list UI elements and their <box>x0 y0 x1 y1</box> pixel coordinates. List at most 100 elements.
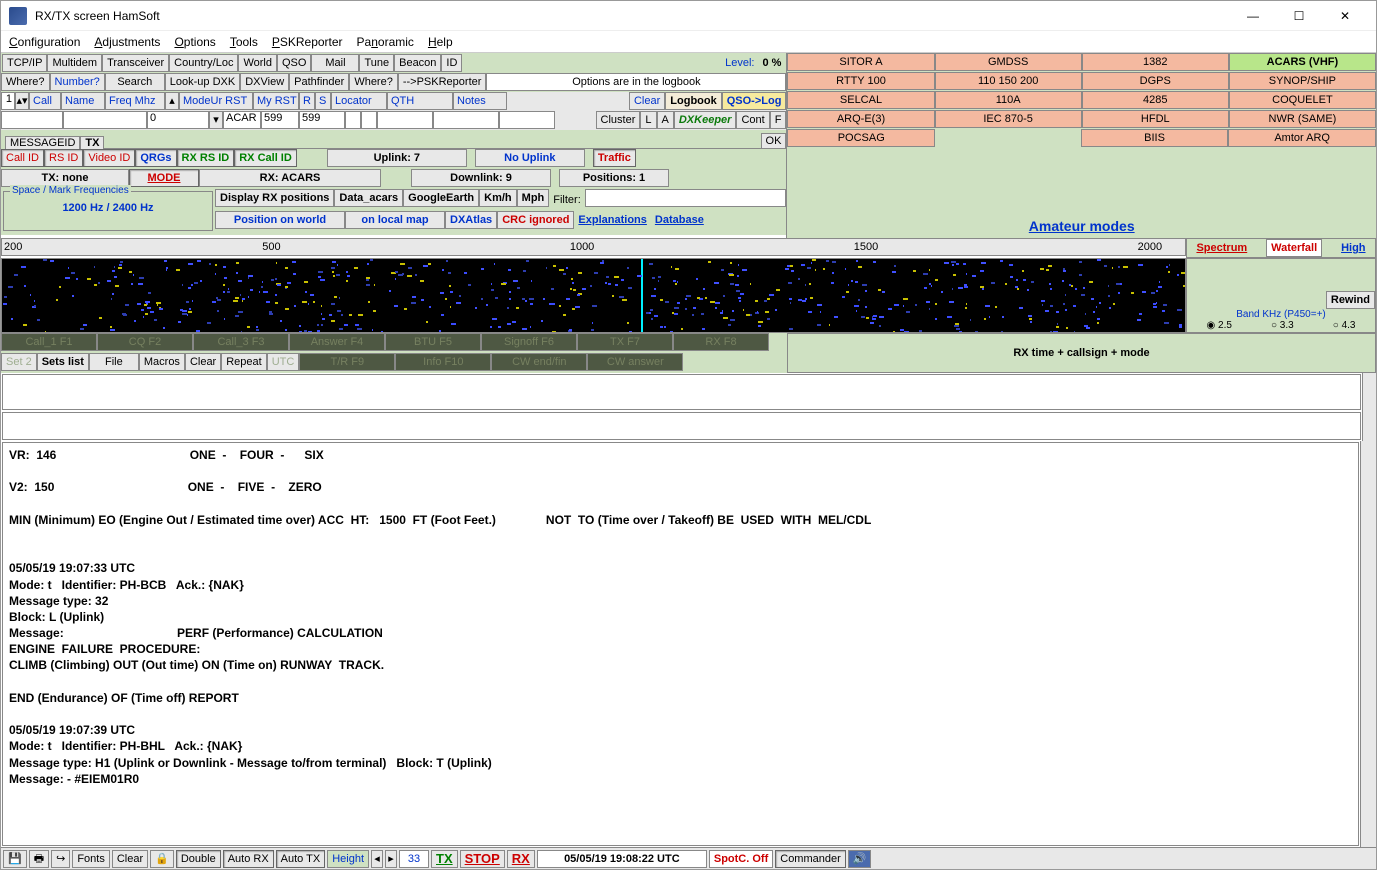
tx-text-box-2[interactable] <box>2 412 1361 440</box>
mode-arq-e3[interactable]: ARQ-E(3) <box>787 110 934 128</box>
multidem-button[interactable]: Multidem <box>47 54 102 72</box>
copy-icon[interactable]: ↪ <box>51 850 70 868</box>
rx-text-area[interactable]: VR: 146 ONE - FOUR - SIX V2: 150 ONE - F… <box>2 442 1359 846</box>
cell-urrst[interactable]: 599 <box>261 111 299 129</box>
commander-button[interactable]: Commander <box>775 850 846 868</box>
band-4-3[interactable]: ○ 4.3 <box>1333 320 1356 331</box>
print-icon[interactable]: 🖶 <box>29 850 49 868</box>
mode-4285[interactable]: 4285 <box>1082 91 1229 109</box>
cluster-l[interactable]: L <box>640 111 656 129</box>
menu-tools[interactable]: Tools <box>230 35 258 49</box>
status-rx-button[interactable]: RX <box>507 850 535 868</box>
nouplink-button[interactable]: No Uplink <box>475 149 585 167</box>
to-pskreporter-button[interactable]: -->PSKReporter <box>398 73 487 91</box>
dxatlas-button[interactable]: DXAtlas <box>445 211 497 229</box>
mode-sitor-a[interactable]: SITOR A <box>787 53 934 71</box>
cell-qth[interactable] <box>433 111 499 129</box>
height-down[interactable]: ◂ <box>371 850 383 868</box>
crc-ignored[interactable]: CRC ignored <box>497 211 574 229</box>
macro-tx[interactable]: TX F7 <box>577 333 673 351</box>
qrgs-button[interactable]: QRGs <box>135 149 176 167</box>
filter-input[interactable] <box>585 189 787 207</box>
cell-mode[interactable]: ACAR <box>223 111 261 129</box>
cont-button[interactable]: Cont <box>736 111 769 129</box>
mail-button[interactable]: Mail <box>311 54 359 72</box>
tune-button[interactable]: Tune <box>359 54 394 72</box>
mode-pocsag[interactable]: POCSAG <box>787 129 935 147</box>
scroll-1[interactable] <box>1362 373 1376 411</box>
hdr-mode-urrst[interactable]: ModeUr RST <box>179 92 253 110</box>
menu-help[interactable]: Help <box>428 35 453 49</box>
close-button[interactable]: ✕ <box>1322 1 1368 31</box>
macro-signoff[interactable]: Signoff F6 <box>481 333 577 351</box>
hdr-freq[interactable]: Freq Mhz <box>105 92 165 110</box>
macro-call1[interactable]: Call_1 F1 <box>1 333 97 351</box>
macro-btu[interactable]: BTU F5 <box>385 333 481 351</box>
mode-biis[interactable]: BIIS <box>1081 129 1229 147</box>
status-clear-button[interactable]: Clear <box>112 850 148 868</box>
display-rx-positions[interactable]: Display RX positions <box>215 189 334 207</box>
band-2-5[interactable]: ◉ 2.5 <box>1207 320 1232 331</box>
status-tx-button[interactable]: TX <box>431 850 458 868</box>
sets-list-button[interactable]: Sets list <box>37 353 89 371</box>
macro-rx[interactable]: RX F8 <box>673 333 769 351</box>
freq-scale[interactable]: 200 500 1000 1500 2000 <box>1 238 1186 256</box>
mode-coquelet[interactable]: COQUELET <box>1229 91 1376 109</box>
qso-to-log-button[interactable]: QSO->Log <box>722 92 787 110</box>
cell-locator[interactable] <box>377 111 433 129</box>
hdr-name[interactable]: Name <box>61 92 105 110</box>
mode-button[interactable]: MODE <box>129 169 199 187</box>
utc-button[interactable]: UTC <box>267 353 300 371</box>
autorx-button[interactable]: Auto RX <box>223 850 274 868</box>
menu-options[interactable]: Options <box>174 35 215 49</box>
autotx-button[interactable]: Auto TX <box>276 850 326 868</box>
data-acars[interactable]: Data_acars <box>334 189 403 207</box>
where-button-2[interactable]: Where? <box>349 73 398 91</box>
mode-gmdss[interactable]: GMDSS <box>935 53 1082 71</box>
high-tab[interactable]: High <box>1341 242 1365 254</box>
mode-acars-vhf[interactable]: ACARS (VHF) <box>1229 53 1376 71</box>
countryloc-button[interactable]: Country/Loc <box>169 54 238 72</box>
macro-info[interactable]: Info F10 <box>395 353 491 371</box>
mode-nwr-same[interactable]: NWR (SAME) <box>1229 110 1376 128</box>
beacon-button[interactable]: Beacon <box>394 54 441 72</box>
explanations-link[interactable]: Explanations <box>574 211 650 229</box>
kmh-button[interactable]: Km/h <box>479 189 517 207</box>
callid-button[interactable]: Call ID <box>1 149 44 167</box>
googleearth-button[interactable]: GoogleEarth <box>403 189 479 207</box>
hdr-myrst[interactable]: My RST <box>253 92 299 110</box>
database-link[interactable]: Database <box>651 211 708 229</box>
lock-icon[interactable]: 🔒 <box>150 850 174 868</box>
freq-sort[interactable]: ▴ <box>165 92 179 110</box>
cell-notes[interactable] <box>499 111 555 129</box>
scroll-2[interactable] <box>1362 411 1376 441</box>
where-button-1[interactable]: Where? <box>1 73 50 91</box>
menu-pskreporter[interactable]: PSKReporter <box>272 35 343 49</box>
rxrsid-button[interactable]: RX RS ID <box>177 149 235 167</box>
double-button[interactable]: Double <box>176 850 221 868</box>
band-3-3[interactable]: ○ 3.3 <box>1271 320 1294 331</box>
macro-cwanswer[interactable]: CW answer <box>587 353 683 371</box>
id-button[interactable]: ID <box>441 54 462 72</box>
mode-iec870-5[interactable]: IEC 870-5 <box>935 110 1082 128</box>
hdr-s[interactable]: S <box>315 92 331 110</box>
macros-button[interactable]: Macros <box>139 353 185 371</box>
spectrum-tab[interactable]: Spectrum <box>1196 242 1247 254</box>
dxview-button[interactable]: DXView <box>240 73 289 91</box>
cluster-a[interactable]: A <box>657 111 674 129</box>
cell-call[interactable] <box>1 111 63 129</box>
menu-adjustments[interactable]: Adjustments <box>94 35 160 49</box>
cell-r[interactable] <box>345 111 361 129</box>
macro-tr[interactable]: T/R F9 <box>299 353 395 371</box>
hdr-call[interactable]: Call <box>29 92 61 110</box>
rxcallid-button[interactable]: RX Call ID <box>234 149 297 167</box>
amateur-modes-link[interactable]: Amateur modes <box>1029 218 1135 238</box>
waterfall-tab[interactable]: Waterfall <box>1266 239 1322 257</box>
f-button[interactable]: F <box>770 111 787 129</box>
macro-call3[interactable]: Call_3 F3 <box>193 333 289 351</box>
file-button[interactable]: File <box>89 353 139 371</box>
tx-text-box[interactable] <box>2 374 1361 410</box>
menu-panoramic[interactable]: Panoramic <box>357 35 414 49</box>
mode-selcal[interactable]: SELCAL <box>787 91 934 109</box>
mode-110-150-200[interactable]: 110 150 200 <box>935 72 1082 90</box>
